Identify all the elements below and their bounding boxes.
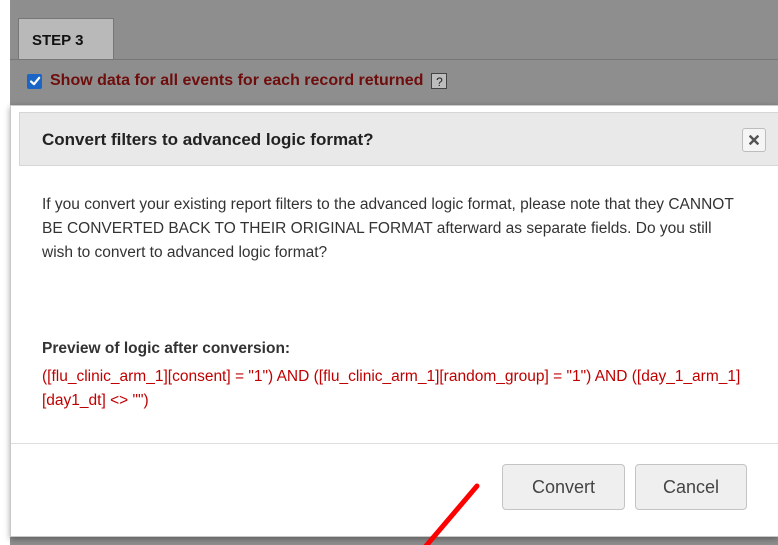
dialog-footer-divider <box>11 443 778 444</box>
show-all-events-label: Show data for all events for each record… <box>50 72 424 89</box>
convert-button[interactable]: Convert <box>502 464 625 510</box>
checkmark-icon <box>29 76 40 86</box>
show-all-events-row: Show data for all events for each record… <box>27 70 448 92</box>
cancel-button[interactable]: Cancel <box>635 464 747 510</box>
tab-row-divider <box>10 59 778 60</box>
dialog-close-button[interactable] <box>742 128 766 152</box>
dialog-title: Convert filters to advanced logic format… <box>42 130 374 149</box>
help-icon[interactable]: ? <box>431 73 448 89</box>
dialog-titlebar: Convert filters to advanced logic format… <box>19 112 778 166</box>
dialog-message: If you convert your existing report filt… <box>42 196 734 261</box>
close-icon <box>749 135 759 145</box>
convert-filters-dialog: Convert filters to advanced logic format… <box>10 105 778 537</box>
page-bottom-strip <box>10 540 778 545</box>
show-all-events-checkbox[interactable] <box>27 73 42 89</box>
preview-logic-text: ([flu_clinic_arm_1][consent] = "1") AND … <box>42 368 741 409</box>
tab-step-3-label: STEP 3 <box>32 32 84 49</box>
preview-heading: Preview of logic after conversion: <box>42 340 291 357</box>
page-left-margin <box>0 0 10 545</box>
tab-step-3[interactable]: STEP 3 <box>18 18 114 60</box>
